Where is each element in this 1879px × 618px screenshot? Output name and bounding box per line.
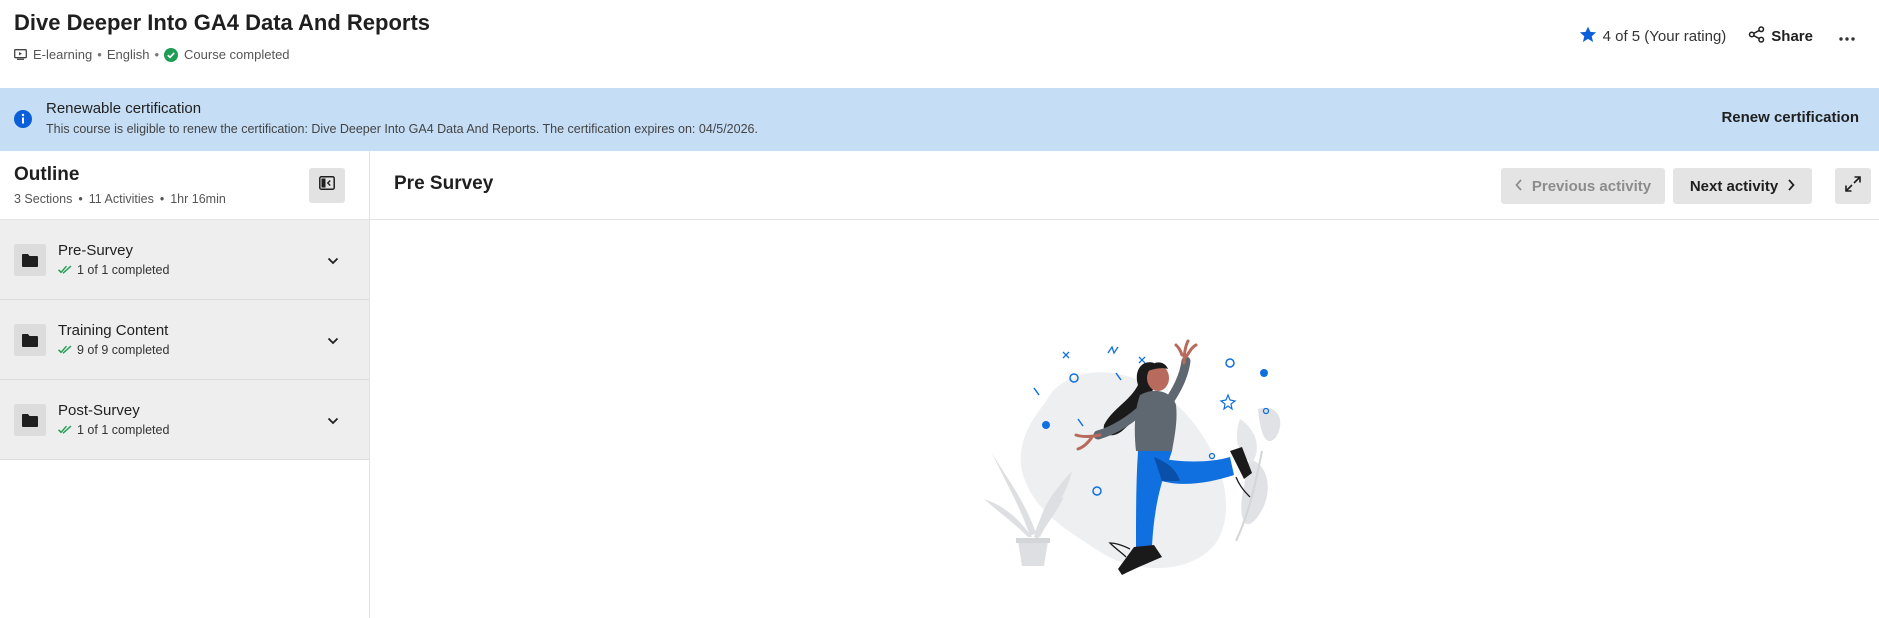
- section-training-content[interactable]: Training Content 9 of 9 completed: [0, 300, 369, 380]
- course-title: Dive Deeper Into GA4 Data And Reports: [14, 10, 431, 35]
- duration: 1hr 16min: [170, 192, 226, 206]
- double-check-icon: [58, 263, 72, 277]
- outline-title: Outline: [14, 164, 80, 185]
- section-title: Pre-Survey: [58, 242, 134, 259]
- separator-dot: •: [159, 192, 165, 206]
- star-icon: [1579, 26, 1597, 47]
- outline-header: Outline 3 Sections • 11 Activities • 1hr…: [0, 151, 369, 220]
- activities-count: 11 Activities: [88, 192, 154, 206]
- rating[interactable]: 4 of 5 (Your rating): [1579, 26, 1727, 47]
- section-status-text: 1 of 1 completed: [77, 423, 170, 437]
- section-status: 9 of 9 completed: [58, 343, 169, 357]
- course-language: English: [106, 47, 150, 62]
- chevron-left-icon: [1515, 178, 1522, 195]
- ellipsis-icon: [1839, 28, 1855, 45]
- check-circle-icon: [164, 47, 179, 62]
- course-type: E-learning: [33, 47, 93, 62]
- collapse-sidebar-button[interactable]: [309, 168, 345, 203]
- share-icon: [1748, 26, 1765, 47]
- info-icon: [14, 110, 32, 133]
- sidebar-collapse-icon: [319, 176, 335, 195]
- sections-count: 3 Sections: [14, 192, 73, 206]
- separator-dot: •: [154, 47, 160, 62]
- separator-dot: •: [78, 192, 83, 206]
- double-check-icon: [58, 343, 72, 357]
- certification-banner: Renewable certification This course is e…: [0, 88, 1879, 151]
- previous-activity-button[interactable]: Previous activity: [1501, 168, 1665, 204]
- outline-sidebar: Outline 3 Sections • 11 Activities • 1hr…: [0, 151, 370, 618]
- separator-dot: •: [97, 47, 102, 62]
- double-check-icon: [58, 423, 72, 437]
- course-header: Dive Deeper Into GA4 Data And Reports E-…: [0, 0, 1879, 88]
- previous-activity-label: Previous activity: [1531, 177, 1652, 195]
- section-post-survey[interactable]: Post-Survey 1 of 1 completed: [0, 380, 369, 460]
- outline-meta: 3 Sections • 11 Activities • 1hr 16min: [14, 192, 226, 206]
- activity-panel: Pre Survey Previous activity Next activi…: [370, 151, 1879, 618]
- more-options-button[interactable]: [1835, 28, 1859, 45]
- activity-header: Pre Survey Previous activity Next activi…: [370, 151, 1879, 220]
- next-activity-label: Next activity: [1689, 177, 1779, 195]
- folder-icon: [14, 324, 46, 356]
- section-status: 1 of 1 completed: [58, 423, 169, 437]
- header-actions: 4 of 5 (Your rating) Share: [1579, 26, 1859, 47]
- chevron-down-icon: [327, 252, 339, 270]
- fullscreen-button[interactable]: [1835, 168, 1871, 204]
- elearning-icon: [14, 49, 27, 60]
- share-label: Share: [1771, 28, 1813, 45]
- section-pre-survey[interactable]: Pre-Survey 1 of 1 completed: [0, 220, 369, 300]
- celebration-illustration: [984, 339, 1281, 575]
- chevron-down-icon: [327, 412, 339, 430]
- folder-icon: [14, 404, 46, 436]
- section-title: Post-Survey: [58, 402, 140, 419]
- rating-text: 4 of 5 (Your rating): [1602, 28, 1727, 45]
- section-status: 1 of 1 completed: [58, 263, 169, 277]
- activity-title: Pre Survey: [394, 173, 494, 194]
- chevron-down-icon: [327, 332, 339, 350]
- chevron-right-icon: [1788, 178, 1795, 195]
- renew-certification-button[interactable]: Renew certification: [1721, 109, 1859, 126]
- expand-icon: [1845, 175, 1861, 197]
- section-title: Training Content: [58, 322, 169, 339]
- banner-title: Renewable certification: [46, 100, 202, 117]
- folder-icon: [14, 244, 46, 276]
- section-status-text: 1 of 1 completed: [77, 263, 170, 277]
- section-status-text: 9 of 9 completed: [77, 343, 170, 357]
- course-meta: E-learning • English • Course completed: [14, 47, 290, 62]
- banner-text: This course is eligible to renew the cer…: [46, 122, 758, 136]
- course-status: Course completed: [184, 47, 290, 62]
- share-button[interactable]: Share: [1748, 26, 1813, 47]
- next-activity-button[interactable]: Next activity: [1673, 168, 1812, 204]
